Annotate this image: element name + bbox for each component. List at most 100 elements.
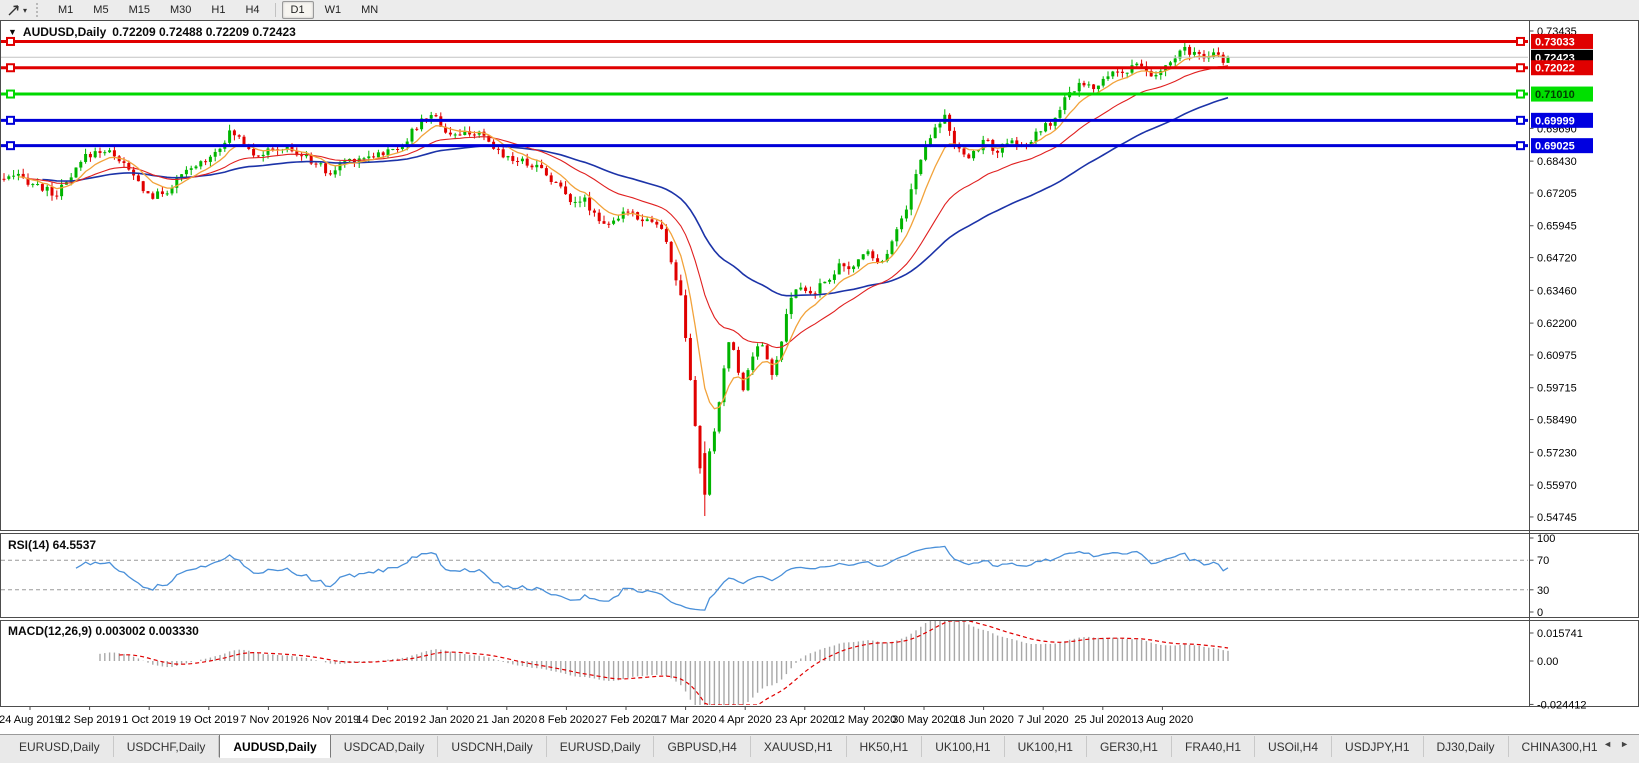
candle-body-down: [1015, 140, 1019, 145]
candle-body-up: [429, 115, 433, 119]
candle-body-up: [1183, 46, 1187, 51]
candle-body-down: [549, 175, 553, 182]
candle-body-down: [314, 163, 318, 165]
chart-tab-eurusd-daily[interactable]: EURUSD,Daily: [6, 736, 114, 757]
chart-tab-usdchf-daily[interactable]: USDCHF,Daily: [114, 736, 220, 757]
candle-body-up: [828, 279, 832, 282]
line-drag-handle[interactable]: [1516, 36, 1525, 46]
candle-body-up: [367, 156, 371, 159]
chart-tab-xauusd-h1[interactable]: XAUUSD,H1: [751, 736, 847, 757]
price-tick-label: 0.55970: [1537, 480, 1577, 492]
candle-body-down: [952, 130, 956, 145]
candle-body-down: [112, 150, 116, 157]
candle-body-up: [972, 150, 976, 159]
date-tick-label: 24 Aug 2019: [0, 714, 61, 726]
candle-body-up: [74, 167, 78, 178]
candle-body-up: [31, 184, 35, 186]
candle-body-up: [746, 370, 750, 391]
chart-tab-gbpusd-h4[interactable]: GBPUSD,H4: [654, 736, 751, 757]
candle-body-up: [1101, 78, 1105, 86]
candle-body-down: [967, 154, 971, 159]
candle-body-down: [736, 349, 740, 373]
scroll-tabs-right-button[interactable]: ►: [1620, 739, 1629, 749]
candle-body-up: [93, 151, 97, 158]
candle-body-up: [79, 161, 83, 168]
candle-body-down: [1092, 84, 1096, 90]
date-tick-label: 8 Feb 2020: [539, 714, 595, 726]
candle-body-down: [770, 359, 774, 375]
chart-tab-usdcnh-daily[interactable]: USDCNH,Daily: [438, 736, 547, 757]
candle-body-up: [573, 201, 577, 203]
candle-body-up: [199, 161, 203, 167]
candle-body-down: [554, 181, 558, 183]
candle-body-up: [904, 209, 908, 219]
candle-body-down: [684, 295, 688, 338]
chart-tab-dj30-daily[interactable]: DJ30,Daily: [1424, 736, 1509, 757]
candle-body-down: [871, 251, 875, 259]
chart-tab-uk100-h1[interactable]: UK100,H1: [1005, 736, 1087, 757]
candle-body-up: [823, 281, 827, 284]
price-tick-label: 0.54745: [1537, 512, 1577, 524]
candle-body-up: [362, 158, 366, 160]
candle-body-down: [732, 342, 736, 350]
line-drag-handle[interactable]: [1516, 63, 1525, 73]
candle-body-down: [237, 135, 241, 137]
collapse-indicator-icon[interactable]: ▼: [8, 27, 17, 37]
price-tick-label: 0.65945: [1537, 221, 1577, 233]
candle-body-up: [727, 342, 731, 369]
line-drag-handle[interactable]: [6, 89, 15, 99]
macd-tick-label: -0.024412: [1537, 699, 1587, 711]
candle-body-up: [7, 176, 11, 179]
candle-body-up: [1087, 84, 1091, 86]
candle-body-up: [108, 150, 112, 153]
chart-tab-usdjpy-h1[interactable]: USDJPY,H1: [1332, 736, 1424, 757]
candle-body-up: [1173, 58, 1177, 63]
rsi-tick-label: 100: [1537, 533, 1555, 545]
chart-tab-china300-h1[interactable]: CHINA300,H1: [1509, 736, 1598, 757]
chart-symbol-title: AUDUSD,Daily: [22, 25, 107, 39]
candle-body-up: [818, 283, 822, 294]
candle-body-down: [271, 148, 275, 150]
date-tick-label: 23 Apr 2020: [775, 714, 834, 726]
candle-body-up: [391, 148, 395, 150]
chart-tab-eurusd-daily[interactable]: EURUSD,Daily: [547, 736, 655, 757]
chart-tab-hk50-h1[interactable]: HK50,H1: [847, 736, 923, 757]
candle-body-down: [1116, 71, 1120, 73]
candle-body-down: [1082, 82, 1086, 86]
candle-body-down: [516, 161, 520, 163]
price-tick-label: 0.63460: [1537, 285, 1577, 297]
chart-tab-uk100-h1[interactable]: UK100,H1: [922, 736, 1005, 757]
date-tick-label: 14 Dec 2019: [356, 714, 418, 726]
candle-body-down: [607, 223, 611, 225]
candle-body-down: [962, 148, 966, 155]
panel-frame: [0, 533, 1639, 618]
line-drag-handle[interactable]: [6, 141, 15, 151]
candle-body-up: [333, 170, 337, 175]
candle-body-up: [914, 174, 918, 190]
chart-tab-usdcad-daily[interactable]: USDCAD,Daily: [331, 736, 439, 757]
candle-body-down: [232, 130, 236, 136]
candle-body-up: [852, 266, 856, 270]
line-drag-handle[interactable]: [6, 63, 15, 73]
chart-tab-fra40-h1[interactable]: FRA40,H1: [1172, 736, 1256, 757]
chart-canvas[interactable]: 0.734350.696900.684300.672050.659450.647…: [0, 0, 1639, 734]
line-drag-handle[interactable]: [1516, 115, 1525, 125]
candle-body-down: [472, 134, 476, 136]
line-drag-handle[interactable]: [6, 36, 15, 46]
candle-body-up: [338, 163, 342, 171]
line-drag-handle[interactable]: [1516, 89, 1525, 99]
chart-tab-ger30-h1[interactable]: GER30,H1: [1087, 736, 1172, 757]
candle-body-down: [415, 128, 419, 130]
chart-tab-audusd-daily[interactable]: AUDUSD,Daily: [219, 735, 331, 758]
line-drag-handle[interactable]: [1516, 141, 1525, 151]
candle-body-down: [40, 184, 44, 191]
candle-body-down: [1221, 54, 1225, 63]
date-tick-label: 25 Jul 2020: [1074, 714, 1131, 726]
candle-body-down: [252, 149, 256, 156]
chart-tab-usoil-h4[interactable]: USOil,H4: [1255, 736, 1333, 757]
line-drag-handle[interactable]: [6, 115, 15, 125]
scroll-tabs-left-button[interactable]: ◄: [1603, 739, 1612, 749]
candle-body-down: [597, 212, 601, 222]
date-tick-label: 7 Jul 2020: [1018, 714, 1069, 726]
candle-body-down: [55, 195, 59, 197]
